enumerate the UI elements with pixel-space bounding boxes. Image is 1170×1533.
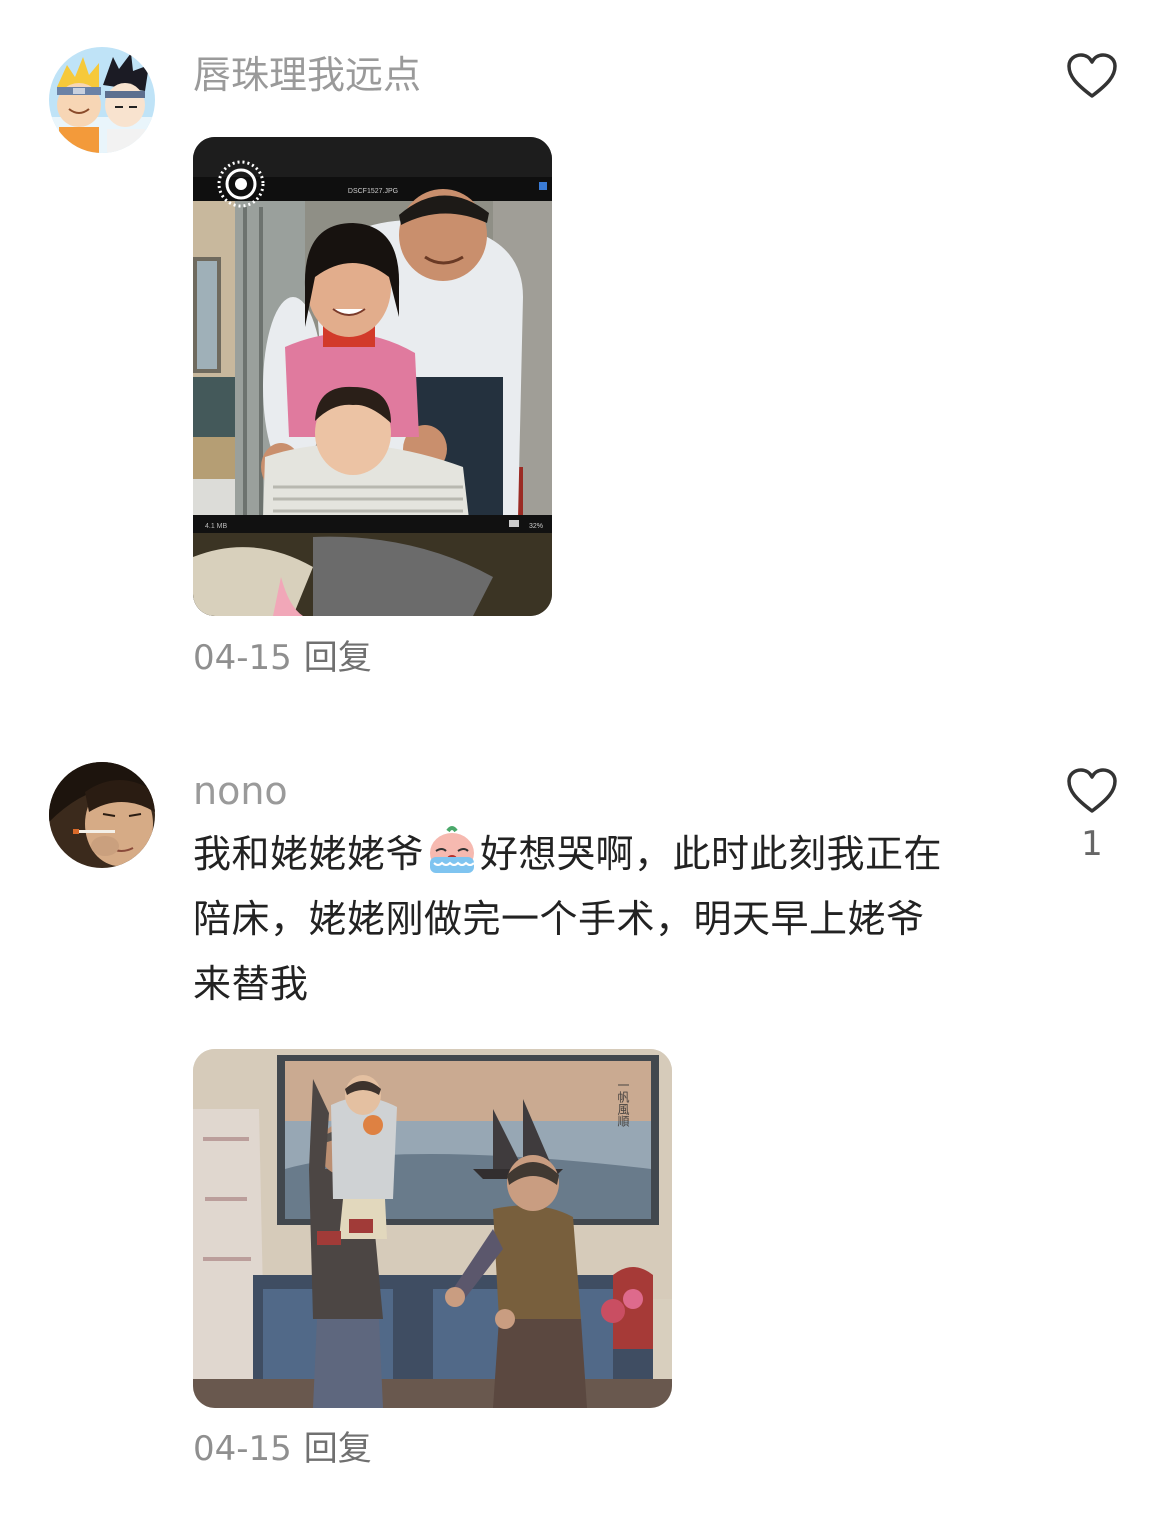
- comment-date: 04-15: [193, 1429, 292, 1469]
- like-count: 1: [1081, 824, 1103, 864]
- comment-text-line: 陪床，姥姥刚做完一个手术，明天早上姥爷: [193, 897, 925, 941]
- comment-text: 我和姥姥姥爷 好想哭啊，此时此刻我正在 陪床，姥姥刚做完一个手术，明天早上姥爷 …: [193, 822, 1013, 1017]
- comment-text-line: 来替我: [193, 962, 309, 1006]
- heart-outline-icon: [1067, 768, 1117, 813]
- comment-text-line: 我和姥姥姥爷 好想哭啊，此时此刻我正在: [193, 822, 1013, 887]
- reply-button[interactable]: 回复: [304, 1432, 372, 1466]
- comment-item: nono 我和姥姥姥爷 好想哭啊，此时此刻我正在 陪床，姥姥刚做完一个手术，明天…: [0, 0, 1170, 1533]
- like-button[interactable]: 1: [1062, 767, 1122, 861]
- comment-photo[interactable]: 一帆風順: [193, 1049, 672, 1408]
- comment-username[interactable]: nono: [193, 772, 288, 810]
- crying-face-emoji-icon: [426, 825, 478, 877]
- user-avatar[interactable]: [49, 762, 155, 868]
- comment-meta: 04-15 回复: [193, 1432, 372, 1466]
